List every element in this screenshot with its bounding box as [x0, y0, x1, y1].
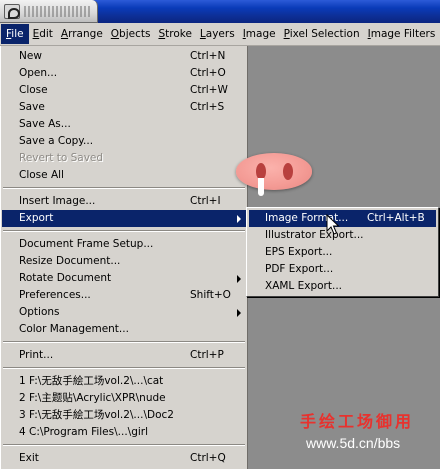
menu-pixel-selection[interactable]: Pixel Selection [280, 24, 364, 44]
menu-bar: File Edit Arrange Objects Stroke Layers … [0, 23, 440, 46]
menu-separator [3, 230, 245, 232]
submenu-item-eps-export[interactable]: EPS Export... [249, 244, 436, 261]
menu-item-print[interactable]: Print... Ctrl+P [2, 347, 246, 364]
recent-file-item[interactable]: 4 C:\Program Files\...\girl [2, 424, 246, 441]
menu-separator [3, 444, 245, 446]
menu-item-save-as[interactable]: Save As... [2, 116, 246, 133]
menu-stroke[interactable]: Stroke [154, 24, 195, 44]
menu-file[interactable]: File [1, 24, 29, 44]
menu-item-close-all[interactable]: Close All [2, 167, 246, 184]
file-menu-dropdown: New Ctrl+N Open... Ctrl+O Close Ctrl+W Save… [0, 46, 248, 469]
watermark-title: 手绘工场御用 [300, 412, 415, 431]
pig-tooth-sticker [258, 178, 264, 196]
submenu-item-illustrator-export[interactable]: Illustrator Export... [249, 227, 436, 244]
menu-item-save[interactable]: Save Ctrl+S [2, 99, 246, 116]
menu-item-new[interactable]: New Ctrl+N [2, 48, 246, 65]
submenu-arrow-icon [237, 275, 241, 283]
menu-separator [3, 341, 245, 343]
menu-item-color-management[interactable]: Color Management... [2, 321, 246, 338]
menu-item-save-copy[interactable]: Save a Copy... [2, 133, 246, 150]
submenu-item-image-format[interactable]: Image Format... Ctrl+Alt+B [249, 210, 436, 227]
menu-item-options[interactable]: Options [2, 304, 246, 321]
app-logo-icon [4, 4, 20, 19]
recent-file-item[interactable]: 3 F:\无敌手絵工场vol.2\...\Doc2 [2, 407, 246, 424]
menu-arrange[interactable]: Arrange [57, 24, 107, 44]
watermark-url: www.5d.cn/bbs [306, 435, 401, 451]
watermark: 手绘工场御用 www.5d.cn/bbs [300, 408, 440, 458]
grip-pattern [24, 6, 90, 17]
recent-file-item[interactable]: 2 F:\主题贴\Acrylic\XPR\nude [2, 390, 246, 407]
submenu-item-xaml-export[interactable]: XAML Export... [249, 278, 436, 295]
menu-separator [3, 187, 245, 189]
menu-item-export[interactable]: Export [2, 210, 246, 227]
export-submenu: Image Format... Ctrl+Alt+B Illustrator Ex… [246, 207, 439, 297]
menu-item-rotate[interactable]: Rotate Document [2, 270, 246, 287]
menu-layers[interactable]: Layers [196, 24, 239, 44]
submenu-item-pdf-export[interactable]: PDF Export... [249, 261, 436, 278]
pig-nose-sticker [236, 153, 312, 190]
submenu-arrow-icon [237, 215, 241, 223]
menu-edit[interactable]: Edit [29, 24, 57, 44]
menu-item-exit[interactable]: Exit Ctrl+Q [2, 450, 246, 467]
app-tab[interactable] [0, 0, 98, 23]
menu-item-close[interactable]: Close Ctrl+W [2, 82, 246, 99]
nostril-right [283, 163, 293, 180]
mouse-pointer-icon [326, 214, 340, 235]
menu-item-insert-image[interactable]: Insert Image... Ctrl+I [2, 193, 246, 210]
title-bar [0, 0, 440, 23]
submenu-arrow-icon [237, 309, 241, 317]
menu-item-frame-setup[interactable]: Document Frame Setup... [2, 236, 246, 253]
menu-item-resize[interactable]: Resize Document... [2, 253, 246, 270]
menu-image-filters[interactable]: Image Filters [364, 24, 440, 44]
menu-item-open[interactable]: Open... Ctrl+O [2, 65, 246, 82]
menu-item-preferences[interactable]: Preferences... Shift+O [2, 287, 246, 304]
recent-file-item[interactable]: 1 F:\无敌手絵工场vol.2\...\cat [2, 373, 246, 390]
menu-separator [3, 367, 245, 369]
menu-image[interactable]: Image [239, 24, 280, 44]
menu-objects[interactable]: Objects [107, 24, 155, 44]
menu-item-revert: Revert to Saved [19, 152, 104, 164]
